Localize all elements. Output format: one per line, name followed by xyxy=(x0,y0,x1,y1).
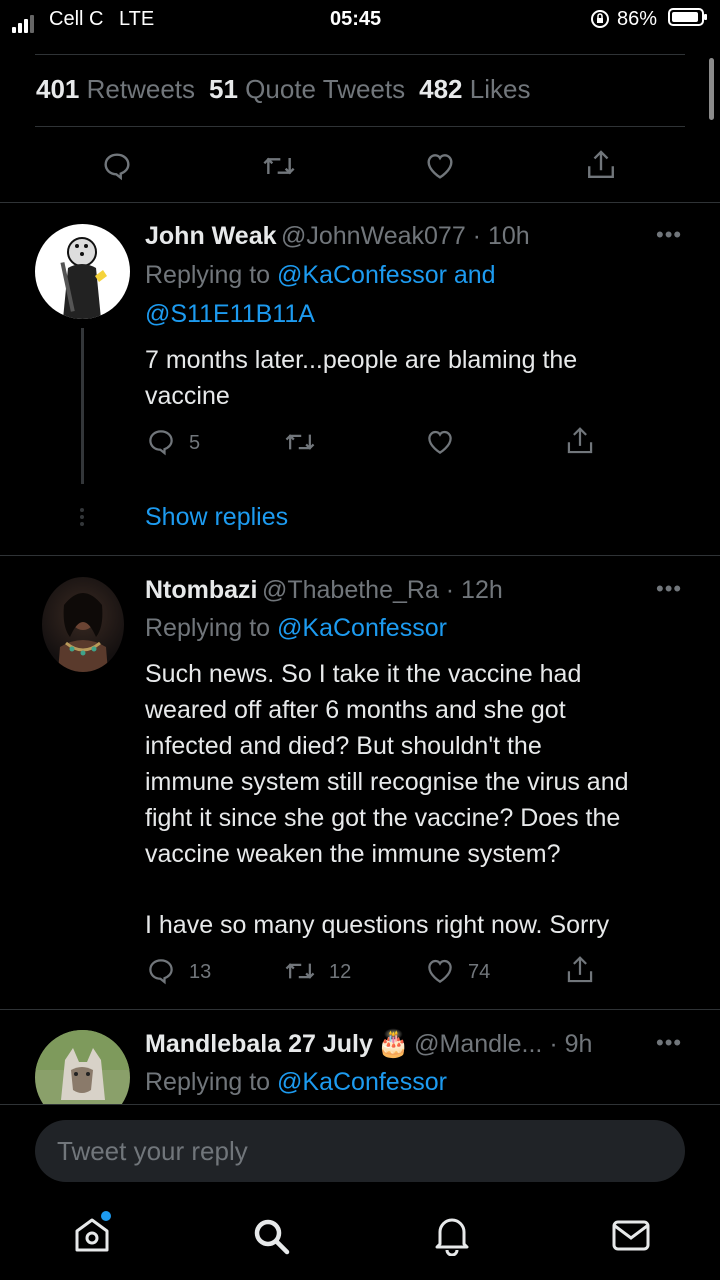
messages-icon[interactable] xyxy=(611,1218,651,1254)
engagement-stats: 401 Retweets 51 Quote Tweets 482 Likes xyxy=(36,74,530,105)
retweet-icon[interactable] xyxy=(284,427,316,457)
quotes-stat[interactable]: 51 Quote Tweets xyxy=(209,74,405,104)
retweet-icon[interactable] xyxy=(261,150,297,182)
scrollbar[interactable] xyxy=(709,58,714,120)
clock: 05:45 xyxy=(330,8,382,30)
search-icon[interactable] xyxy=(251,1216,291,1256)
reply-icon[interactable] xyxy=(146,427,176,457)
birthday-cake-icon: 🎂 xyxy=(377,1028,410,1058)
more-options-icon[interactable]: ••• xyxy=(656,576,682,602)
show-replies-link[interactable]: Show replies xyxy=(145,503,288,532)
author-name[interactable]: Ntombazi xyxy=(145,576,258,604)
divider xyxy=(0,202,720,203)
mention-link[interactable]: @KaConfessor xyxy=(277,614,447,642)
tweet-header: Mandlebala 27 July 🎂 @Mandle... · 9h xyxy=(145,1028,592,1059)
reply-input[interactable]: Tweet your reply xyxy=(35,1120,685,1182)
like-count: 74 xyxy=(468,961,491,983)
tweet-header: Ntombazi @Thabethe_Ra · 12h xyxy=(145,576,503,605)
avatar[interactable] xyxy=(42,577,124,672)
like-icon[interactable] xyxy=(423,150,457,182)
tweet-body: Such news. So I take it the vaccine had … xyxy=(145,660,629,868)
more-options-icon[interactable]: ••• xyxy=(656,222,682,248)
likes-stat[interactable]: 482 Likes xyxy=(419,74,530,104)
reply-count: 13 xyxy=(189,961,212,983)
notifications-icon[interactable] xyxy=(432,1214,472,1256)
replying-to: Replying to @KaConfessor xyxy=(145,1068,447,1096)
share-icon[interactable] xyxy=(565,954,595,986)
avatar[interactable] xyxy=(35,224,130,319)
network-label: LTE xyxy=(119,8,155,30)
reply-count: 5 xyxy=(189,432,201,454)
reply-placeholder: Tweet your reply xyxy=(57,1136,248,1166)
battery-percent: 86% xyxy=(617,8,658,30)
author-name[interactable]: Mandlebala 27 July xyxy=(145,1030,373,1058)
divider xyxy=(0,555,720,556)
replying-to: Replying to @KaConfessor xyxy=(145,614,447,642)
mention-link[interactable]: @S11E11B11A xyxy=(145,300,315,328)
tweet-body-paragraph: I have so many questions right now. Sorr… xyxy=(145,911,610,939)
avatar[interactable] xyxy=(35,1030,130,1104)
unread-indicator xyxy=(101,1211,111,1221)
tweet-body: 7 months later...people are blaming the v… xyxy=(145,346,578,410)
divider xyxy=(35,126,685,127)
divider xyxy=(35,54,685,55)
orientation-lock-icon xyxy=(590,9,610,35)
mention-link[interactable]: @KaConfessor xyxy=(277,1068,447,1096)
reply-icon[interactable] xyxy=(101,150,133,182)
like-icon[interactable] xyxy=(425,427,455,457)
retweets-stat[interactable]: 401 Retweets xyxy=(36,74,195,104)
status-bar: Cell C LTE 05:45 86% xyxy=(0,0,720,40)
signal-icon xyxy=(12,10,36,33)
like-icon[interactable] xyxy=(425,956,455,986)
tweet-header: John Weak @JohnWeak077 · 10h xyxy=(145,222,530,251)
carrier-label: Cell C xyxy=(49,8,104,30)
thread-line xyxy=(81,328,84,484)
thread-dots-icon xyxy=(80,508,84,526)
share-icon[interactable] xyxy=(585,148,617,182)
reply-icon[interactable] xyxy=(146,956,176,986)
divider xyxy=(0,1104,720,1105)
author-handle[interactable]: @JohnWeak077 · 10h xyxy=(281,222,530,250)
battery-icon xyxy=(668,8,707,26)
author-handle[interactable]: @Mandle... · 9h xyxy=(414,1030,592,1058)
mention-link[interactable]: @KaConfessor and xyxy=(277,261,496,289)
retweet-icon[interactable] xyxy=(284,956,316,986)
tweet-partial: Mandlebala 27 July 🎂 @Mandle... · 9h •••… xyxy=(0,1010,720,1104)
author-handle[interactable]: @Thabethe_Ra · 12h xyxy=(262,576,503,604)
retweet-count: 12 xyxy=(329,961,352,983)
more-options-icon[interactable]: ••• xyxy=(656,1030,682,1056)
author-name[interactable]: John Weak xyxy=(145,222,277,250)
replying-to: Replying to @KaConfessor and @S11E11B11A xyxy=(145,261,496,328)
share-icon[interactable] xyxy=(565,425,595,457)
